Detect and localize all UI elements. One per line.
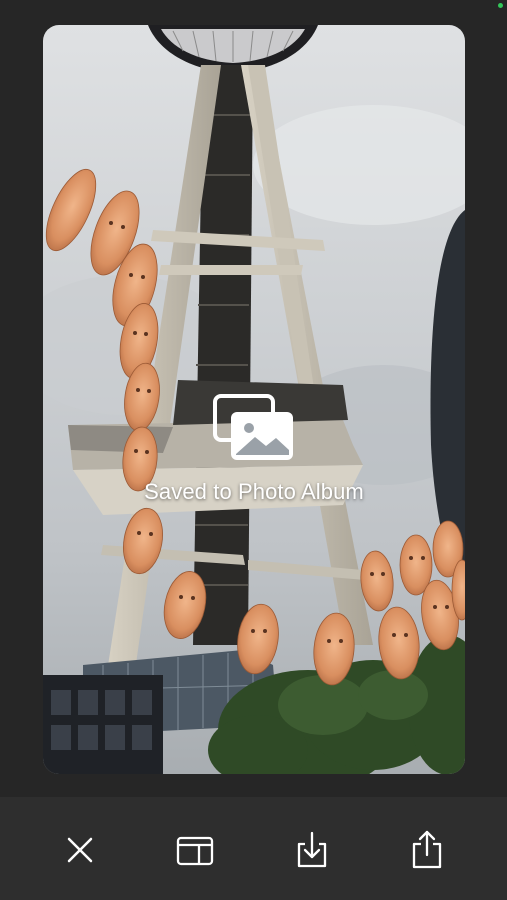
saved-confirmation: Saved to Photo Album (43, 393, 465, 505)
status-indicator-dot (498, 3, 503, 8)
captured-photo: Saved to Photo Album (43, 25, 465, 774)
download-icon (297, 831, 327, 868)
saved-message: Saved to Photo Album (144, 479, 364, 504)
download-button[interactable] (287, 825, 337, 875)
photo-album-icon (213, 394, 293, 460)
close-button[interactable] (55, 825, 105, 875)
layout-button[interactable] (170, 825, 220, 875)
share-button[interactable] (402, 825, 452, 875)
share-icon (412, 830, 442, 869)
layout-icon (176, 836, 214, 866)
close-icon (67, 837, 93, 863)
bottom-toolbar (0, 797, 507, 900)
